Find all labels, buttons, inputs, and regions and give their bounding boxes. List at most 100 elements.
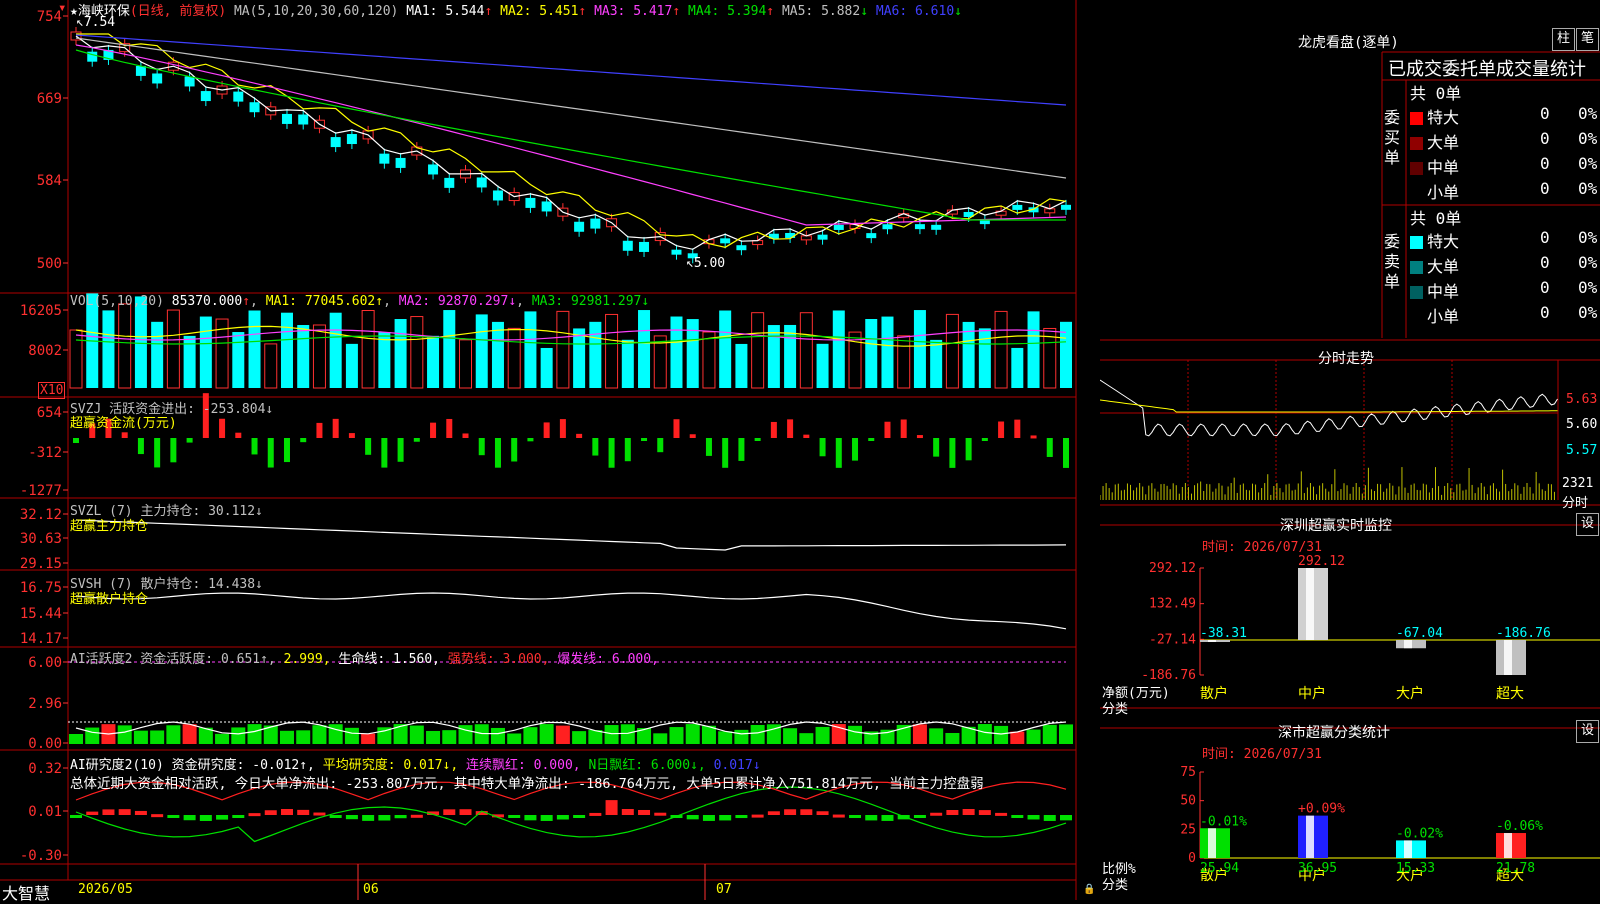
classstat-settings-button[interactable]: 设	[1576, 720, 1599, 743]
vol-bar-34	[621, 339, 634, 388]
ai1-bar-24	[458, 725, 473, 744]
tick-mode-button[interactable]: 笔	[1576, 28, 1599, 51]
vol-bar-51	[897, 335, 911, 389]
classstat-pct-label-3: 21.78	[1496, 861, 1535, 876]
low-price-label: ↖5.00	[686, 256, 726, 271]
svzj-bar-59	[1030, 435, 1037, 439]
monitor-tick-3: -186.76	[1141, 668, 1196, 683]
color-swatch-icon	[1410, 112, 1423, 125]
classstat-time: 时间: 2026/07/31	[1202, 747, 1322, 762]
candle-body-49	[866, 233, 877, 239]
monitor-settings-button[interactable]: 设	[1576, 513, 1599, 536]
dropdown-indicator-icon[interactable]: ▾	[58, 0, 66, 16]
monitor-value-label-3: -186.76	[1496, 626, 1551, 641]
monitor-tick-2: -27.14	[1149, 632, 1196, 647]
ai1-life: 生命线: 1.560,	[338, 652, 440, 667]
candle-body-41	[736, 245, 747, 251]
svzj-bar-52	[916, 435, 923, 439]
svsh-tick-1: 15.44	[20, 606, 62, 622]
classstat-bar-shine-1	[1306, 815, 1314, 858]
ai2-bar-54	[946, 810, 959, 815]
vol-bar-47	[832, 310, 845, 388]
svzl-sub: 超赢主力持仓	[70, 519, 149, 534]
vol-ma2: MA2: 92870.297↓	[398, 294, 517, 309]
buyrows-row-3: 小单 0 0%	[1410, 179, 1600, 203]
vol-bar-45	[799, 312, 813, 389]
ma-values: MA1: 5.544↑ MA2: 5.451↑ MA3: 5.417↑ MA4:…	[406, 4, 962, 19]
ai2-bar-6	[167, 815, 180, 818]
ai2-bar-56	[978, 810, 991, 815]
classstat-value-label-1: +0.09%	[1298, 802, 1345, 817]
candle-body-58	[1012, 204, 1023, 210]
candle-body-31	[574, 221, 585, 232]
ai2-bar-40	[719, 815, 732, 821]
period-mode[interactable]: (日线, 前复权)	[130, 4, 226, 19]
svzj-bar-55	[965, 438, 972, 461]
svsh-tick-0: 16.75	[20, 580, 62, 596]
vol-bar-23	[443, 310, 456, 388]
classstat-title: 深市超赢分类统计	[1278, 725, 1390, 741]
vol-bar-2	[102, 310, 115, 388]
ai2-bar-16	[329, 815, 342, 818]
svzj-bar-33	[608, 438, 615, 468]
ai1-bar-18	[361, 733, 376, 744]
svzj-bar-57	[998, 421, 1005, 438]
ai1-bar-16	[328, 724, 343, 744]
fenshi-tick-2: 5.60	[1566, 417, 1598, 432]
ai1-bar-0	[69, 734, 83, 744]
candle-body-16	[330, 137, 341, 148]
svzj-bar-24	[462, 433, 469, 438]
ai2-bar-27	[508, 815, 521, 818]
price-tick-1: 669	[37, 91, 62, 107]
candle-body-50	[882, 224, 893, 230]
svzj-bar-4	[137, 438, 144, 455]
svsh-sub: 超赢散户持仓	[70, 592, 149, 607]
vol-bar-12	[264, 343, 278, 389]
candle-body-44	[785, 232, 796, 238]
svzj-bar-53	[933, 438, 940, 457]
brand-logo[interactable]: 大智慧	[2, 880, 50, 904]
svzj-bar-39	[705, 438, 712, 456]
ai2-bar-50	[881, 815, 894, 821]
svzj-bar-7	[186, 438, 193, 443]
ai2-bar-53	[930, 812, 943, 816]
svzj-bar-35	[641, 438, 648, 441]
ai2-bar-36	[654, 812, 667, 816]
vol-bar-27	[507, 327, 521, 389]
ai1-bar-7	[182, 724, 197, 744]
ai1-bar-57	[994, 725, 1009, 744]
svzj-bar-9	[219, 418, 226, 438]
ai2-nday: N日飘红: 6.000↓,	[588, 758, 706, 773]
vol-bar-41	[735, 343, 748, 388]
ma4-line	[75, 49, 1066, 221]
ai1-bar-33	[604, 725, 619, 744]
candle-body-5	[152, 73, 163, 84]
color-swatch-icon	[1410, 311, 1423, 324]
ai2-bar-0	[70, 815, 82, 818]
vol-bar-32	[589, 321, 602, 388]
ai2-bar-1	[86, 811, 99, 815]
classstat-pct-label-2: 15.33	[1396, 861, 1435, 876]
lock-icon[interactable]: 🔒	[1083, 884, 1095, 895]
classstat-tick-3: 0	[1188, 851, 1196, 866]
classstat-pct-label-0: 25.94	[1200, 861, 1239, 876]
svzj-bar-6	[170, 438, 177, 463]
svzl-tick-1: 30.63	[20, 531, 62, 547]
candle-body-46	[817, 234, 828, 240]
ai1-bar-58	[1010, 731, 1025, 744]
bar-mode-button[interactable]: 柱	[1552, 28, 1575, 51]
ai1-bar-10	[231, 727, 246, 744]
ai1-bar-13	[279, 730, 294, 744]
main-chart-area[interactable]: 754 669 584 500 16205 8002 654 -312 -1277 32.12 30…	[0, 0, 1100, 903]
ma3-value: MA3: 5.417	[594, 4, 673, 19]
ai1-bar-38	[685, 724, 700, 744]
vol-bar-33	[605, 313, 619, 389]
row-count: 0	[1540, 278, 1550, 297]
ai2-avg: 平均研究度: 0.017↓,	[322, 758, 459, 773]
candle-body-20	[395, 157, 406, 168]
svzj-bar-48	[852, 438, 859, 461]
vol-ma1: MA1: 77045.602↑	[265, 294, 384, 309]
color-swatch-icon	[1410, 187, 1423, 200]
classstat-bar-shine-0	[1208, 828, 1216, 858]
vol-tick-1: 8002	[28, 343, 62, 359]
